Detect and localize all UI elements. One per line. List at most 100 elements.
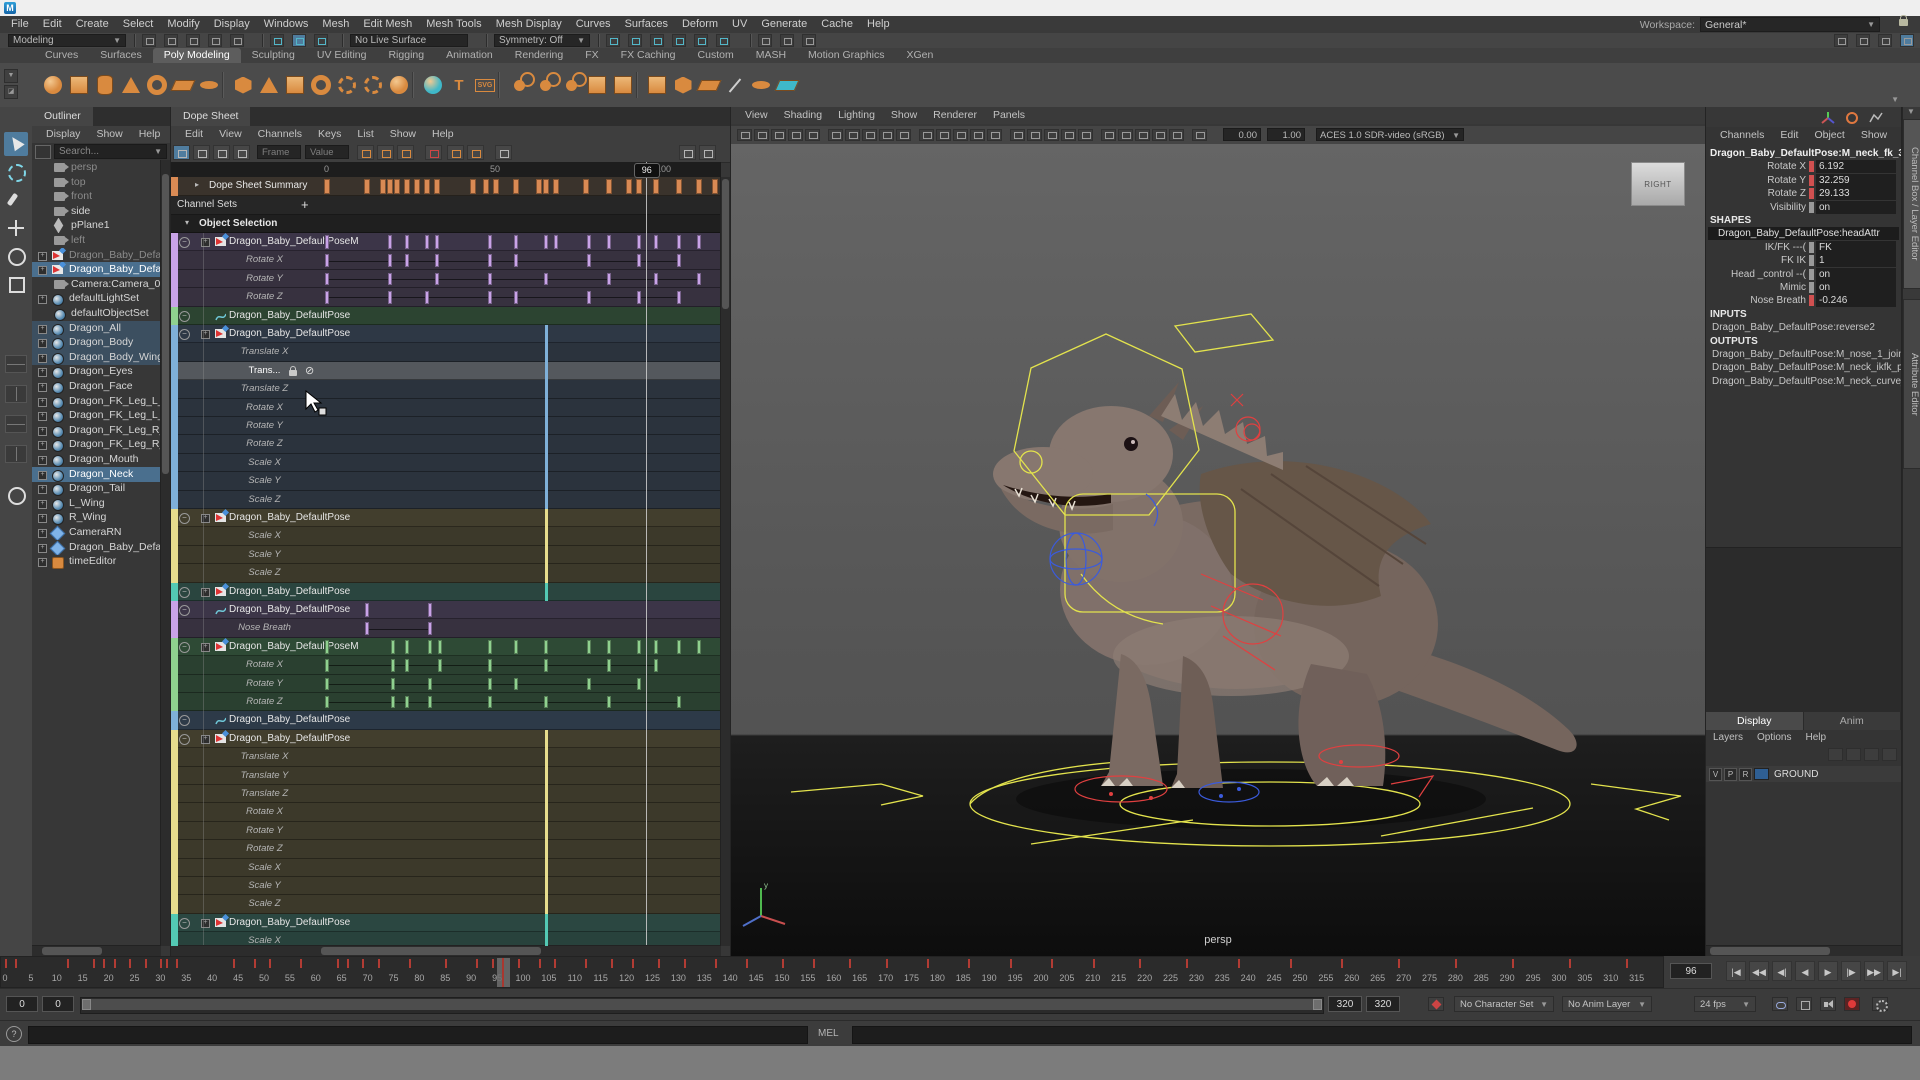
outliner-item-camera-camera-001[interactable]: Camera:Camera_001 [32,277,161,292]
keyframe[interactable] [428,696,432,708]
poly-platonic-icon[interactable] [230,70,256,100]
keyframe[interactable] [325,273,329,285]
attr-value-field[interactable]: on [1816,268,1896,281]
range-handle-left[interactable] [82,999,91,1010]
break-tangents-icon[interactable] [425,145,442,160]
keyframe[interactable] [391,678,395,690]
dope-channel-row-translate-z[interactable]: Translate Z [171,380,721,398]
keyframe[interactable] [428,622,432,634]
layer-row-ground[interactable]: VPRGROUND [1706,766,1901,782]
fps-dropdown[interactable]: 24 fps▼ [1694,996,1756,1012]
viewport-toolbar-icon-25[interactable] [1169,129,1184,141]
viewport-toolbar-icon-4[interactable] [788,129,803,141]
tool-settings-toggle-icon[interactable] [1878,34,1892,47]
menu-set-dropdown[interactable]: Modeling▼ [8,34,126,47]
step-forward-frame-button[interactable]: |▶ [1841,961,1861,981]
expand-icon[interactable]: + [38,427,47,436]
outliner-item-dragon-eyes[interactable]: +Dragon_Eyes [32,364,161,379]
boolean-intersect-icon[interactable] [558,70,584,100]
keyframe[interactable] [428,640,432,654]
outliner-item-top[interactable]: top [32,175,161,190]
channel-box-menu-channels[interactable]: Channels [1712,127,1772,145]
gamma-field[interactable]: 1.00 [1267,128,1305,141]
set-key-icon[interactable] [1428,997,1444,1011]
channel-fk-ik[interactable]: FK IK1 [1706,254,1901,267]
poly-cube-icon[interactable] [66,70,92,100]
viewport-toolbar-icon-21[interactable] [1101,129,1116,141]
workspace-selector[interactable]: Workspace: General*▼ [1640,16,1880,33]
keyframe[interactable] [438,640,442,654]
menu-curves[interactable]: Curves [569,16,618,33]
keyframe[interactable] [483,179,489,194]
menu-cache[interactable]: Cache [814,16,860,33]
outliner-item-persp[interactable]: persp [32,160,161,175]
expand-icon[interactable]: + [38,500,47,509]
command-input[interactable] [28,1026,808,1044]
key-tick[interactable] [1809,188,1814,199]
viewport-toolbar-icon-9[interactable] [879,129,894,141]
target-weld-icon[interactable] [748,70,774,100]
expand-icon[interactable]: + [38,295,47,304]
menu-help[interactable]: Help [860,16,897,33]
expand-icon[interactable]: + [38,412,47,421]
viewport-toolbar-icon-10[interactable] [896,129,911,141]
keyframe[interactable] [606,179,612,194]
viewport-toolbar-icon-2[interactable] [754,129,769,141]
outliner-item-side[interactable]: side [32,204,161,219]
keyframe[interactable] [654,235,658,249]
keyframe[interactable] [425,291,429,303]
viewport-toolbar-icon-14[interactable] [970,129,985,141]
dope-channel-row-rotate-x[interactable]: Rotate X [171,399,721,417]
keyframe[interactable] [488,696,492,708]
dope-channel-row-rotate-z[interactable]: Rotate Z [171,840,721,858]
keyframe[interactable] [325,235,329,249]
zoom-tool[interactable] [4,483,28,507]
poly-prism-icon[interactable] [282,70,308,100]
keyframe[interactable] [554,235,558,249]
outliner-item-dragon-body-wing-o[interactable]: +Dragon_Body_Wing_O [32,350,161,365]
channel-ik-fk[interactable]: IK/FK ---(FK [1706,241,1901,254]
collapse-circle-icon[interactable]: − [179,734,190,745]
dope-channel-row-rotate-x[interactable]: Rotate X [171,251,721,269]
new-scene-icon[interactable] [142,34,156,47]
keyframe[interactable] [514,235,518,249]
time-slider-strip[interactable]: 0510152025303540455055606570758085909510… [0,956,1664,988]
menu-deform[interactable]: Deform [675,16,725,33]
group-key-column[interactable] [545,914,548,946]
layer-menu-options[interactable]: Options [1750,730,1798,746]
attr-value-field[interactable]: on [1816,201,1896,214]
outliner-item-defaultobjectset[interactable]: defaultObjectSet [32,306,161,321]
keyframe[interactable] [388,254,392,266]
key-tick[interactable] [1809,295,1814,306]
poly-combine-icon[interactable] [584,70,610,100]
dope-group-header-9[interactable]: −+Dragon_Baby_DefaultPose [171,730,721,748]
anim-end-field[interactable]: 320 [1366,996,1400,1012]
keyframe[interactable] [435,235,439,249]
render-view-icon[interactable] [780,34,794,47]
keyframe[interactable] [637,291,641,303]
range-slider-range[interactable] [82,999,1322,1010]
collapse-circle-icon[interactable]: − [179,918,190,929]
dope-channel-row-rotate-y[interactable]: Rotate Y [171,417,721,435]
attribute-editor-toggle-icon[interactable] [1900,34,1914,47]
dope-group-header-1[interactable]: −+Dragon_Baby_DefaultPoseM [171,233,721,251]
play-backwards-button[interactable]: ◀ [1795,961,1815,981]
keyframe[interactable] [470,179,476,194]
move-layer-up-icon[interactable] [1864,748,1879,761]
outliner-item-defaultlightset[interactable]: +defaultLightSet [32,291,161,306]
expand-icon[interactable]: + [38,471,47,480]
select-hierarchy-icon[interactable] [270,34,284,47]
move-tool[interactable] [4,216,28,240]
outliner-search-input[interactable]: Search...▼ [54,144,167,159]
poly-pyramid-icon[interactable] [256,70,282,100]
group-key-column[interactable] [545,730,548,914]
menu-mesh-tools[interactable]: Mesh Tools [419,16,488,33]
dope-menu-view[interactable]: View [211,126,250,143]
current-frame-field[interactable]: 96 [1670,963,1712,979]
viewport-toolbar-icon-11[interactable] [919,129,934,141]
expand-icon[interactable]: + [38,354,47,363]
outliner-menu-show[interactable]: Show [88,126,130,143]
expand-icon[interactable]: + [38,398,47,407]
command-language-toggle[interactable]: MEL [818,1028,839,1039]
group-key-column[interactable] [545,509,548,583]
